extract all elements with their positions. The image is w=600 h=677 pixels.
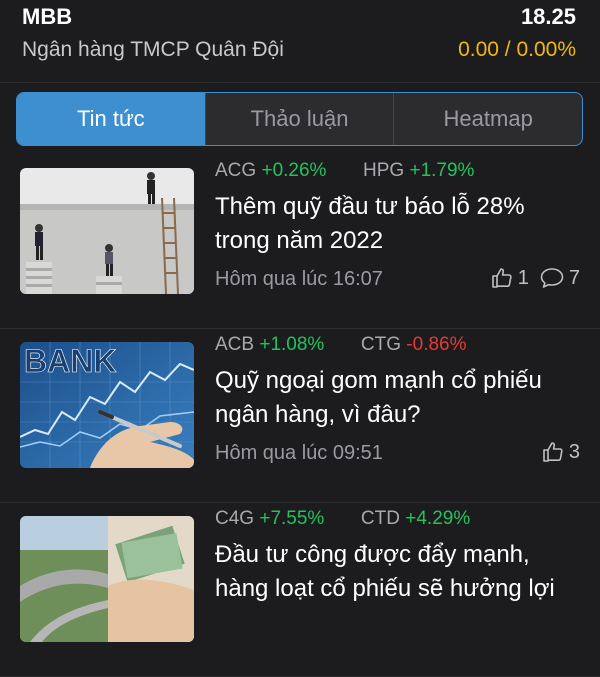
news-time: Hôm qua lúc 16:07 [215, 268, 383, 290]
tag-change: +1.79% [409, 160, 475, 181]
comment-icon [540, 268, 564, 288]
ticker-tags: ACB +1.08% CTG -0.86% [215, 334, 467, 356]
stock-header: MBB 18.25 Ngân hàng TMCP Quân Đội 0.00 /… [0, 0, 600, 83]
like-count: 3 [568, 440, 580, 463]
price-change: 0.00 / 0.00% [458, 38, 576, 61]
thumbs-up-icon [491, 268, 512, 288]
like-button[interactable]: 1 [490, 266, 529, 290]
ticker-tags: C4G +7.55% CTD +4.29% [215, 508, 470, 530]
news-time: Hôm qua lúc 09:51 [215, 442, 383, 464]
news-item[interactable]: BANK ACB +1.08% CTG -0.86% Quỹ ngoại gom… [0, 330, 600, 503]
tab-discussion[interactable]: Thảo luận [204, 93, 394, 145]
news-thumbnail[interactable] [20, 516, 194, 642]
comment-button[interactable]: 7 [539, 266, 580, 290]
tag-symbol[interactable]: ACG [215, 160, 256, 181]
bank-text: BANK [24, 343, 116, 379]
tag-change: +1.08% [259, 334, 325, 355]
news-title[interactable]: Quỹ ngoại gom mạnh cổ phiếu ngân hàng, v… [215, 364, 585, 432]
like-count: 1 [517, 266, 529, 289]
comment-count: 7 [568, 266, 580, 289]
tag-change: +7.55% [259, 508, 325, 529]
tag-symbol[interactable]: ACB [215, 334, 254, 355]
news-item[interactable]: C4G +7.55% CTD +4.29% Đầu tư công được đ… [0, 504, 600, 677]
news-stats: 3 [541, 440, 580, 464]
tag-symbol[interactable]: CTD [361, 508, 400, 529]
stock-price: 18.25 [520, 4, 576, 29]
tab-bar: Tin tức Thảo luận Heatmap [16, 92, 583, 146]
news-title[interactable]: Đầu tư công được đẩy mạnh, hàng loạt cổ … [215, 538, 585, 606]
thumbs-up-icon [543, 442, 563, 462]
news-thumbnail[interactable] [20, 168, 194, 294]
tag-change: +0.26% [261, 160, 327, 181]
like-button[interactable]: 3 [541, 440, 580, 464]
tab-heatmap[interactable]: Heatmap [393, 93, 582, 145]
ticker-tags: ACG +0.26% HPG +1.79% [215, 160, 474, 182]
tag-symbol[interactable]: CTG [361, 334, 401, 355]
tag-change: -0.86% [406, 334, 467, 355]
tag-symbol[interactable]: C4G [215, 508, 254, 529]
news-title[interactable]: Thêm quỹ đầu tư báo lỗ 28% trong năm 202… [215, 190, 585, 258]
news-stats: 1 7 [490, 266, 580, 290]
tag-symbol[interactable]: HPG [363, 160, 404, 181]
news-item[interactable]: ACG +0.26% HPG +1.79% Thêm quỹ đầu tư bá… [0, 156, 600, 329]
tab-news[interactable]: Tin tức [17, 93, 205, 145]
tag-change: +4.29% [405, 508, 471, 529]
company-name: Ngân hàng TMCP Quân Đội [22, 38, 284, 61]
news-thumbnail[interactable]: BANK [20, 342, 194, 468]
ticker-symbol: MBB [22, 4, 73, 29]
